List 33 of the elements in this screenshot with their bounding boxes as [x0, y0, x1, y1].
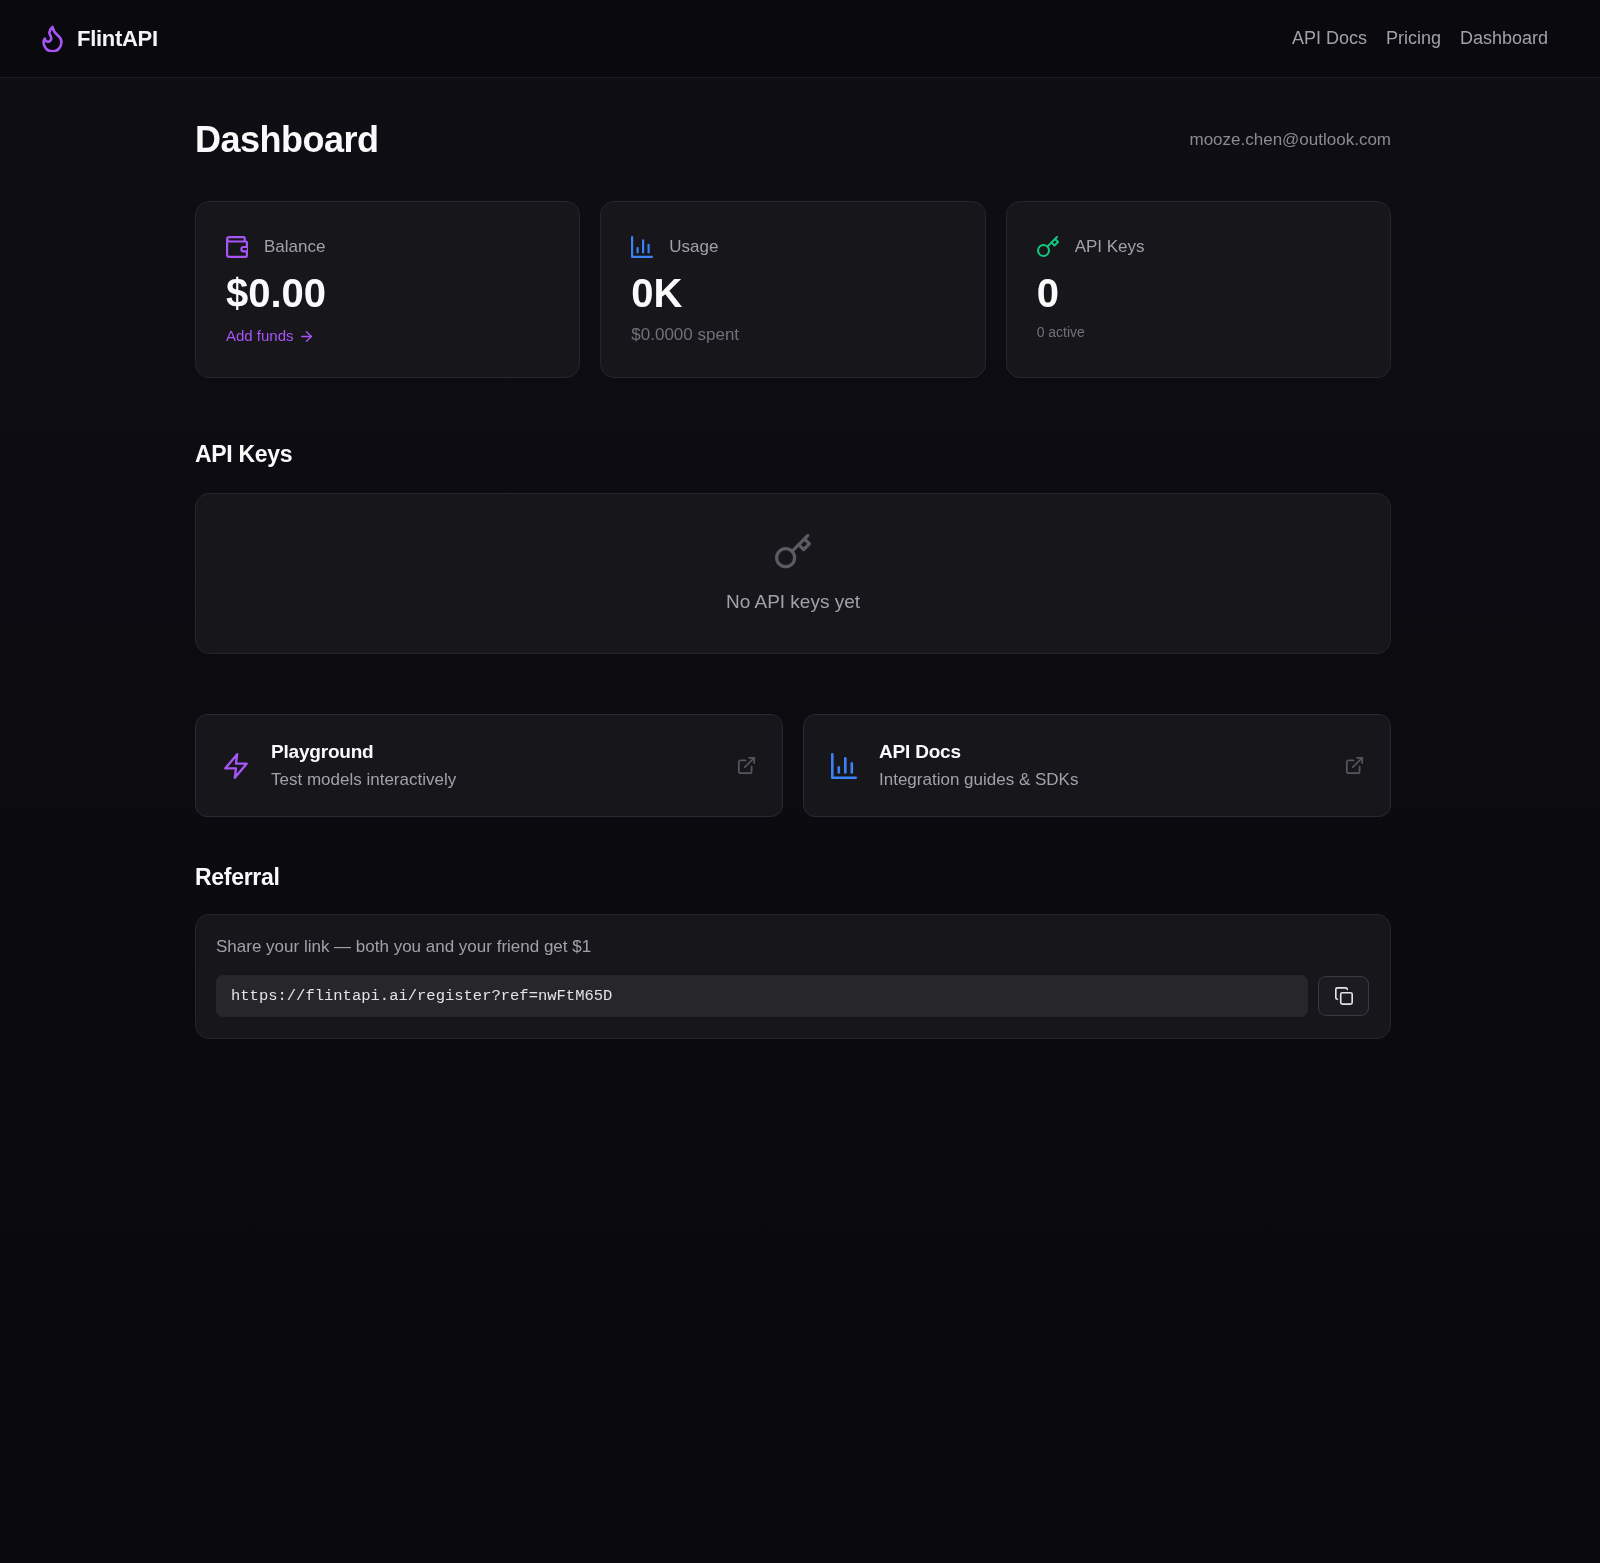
empty-message: No API keys yet [725, 590, 861, 614]
shortcut-card[interactable]: Playground Test models interactively [195, 714, 783, 817]
referral-text: Share your link — both you and your friend get $1 [216, 936, 593, 958]
nav-link[interactable]: API Docs [1291, 28, 1367, 49]
stat-label: API Keys [1074, 237, 1145, 257]
section-heading: Referral [195, 863, 281, 892]
nav-link[interactable]: Dashboard [1459, 28, 1548, 49]
stat-label: Usage [669, 237, 719, 257]
add-funds-link[interactable]: Add funds [226, 326, 312, 346]
copy-icon [1334, 987, 1353, 1005]
user-email: mooze.chen@outlook.com [1189, 130, 1391, 150]
brand-link[interactable]: FlintAPI [42, 25, 158, 52]
external-link-icon [1346, 757, 1363, 774]
key-icon [775, 534, 811, 570]
copy-button[interactable] [1318, 976, 1369, 1016]
stat-value: $0.00 [226, 271, 327, 315]
card-title: API Docs [879, 740, 962, 764]
card-subtitle: Integration guides & SDKs [879, 769, 1080, 791]
stat-value: 0K [631, 271, 683, 315]
shortcut-card[interactable]: API Docs Integration guides & SDKs [803, 714, 1391, 817]
flame-icon [42, 25, 63, 52]
page-title: Dashboard [195, 118, 379, 162]
arrow-right-icon [300, 330, 312, 342]
stat-note: 0 active [1036, 323, 1085, 342]
stat-note: $0.0000 spent [631, 325, 740, 345]
card-subtitle: Test models interactively [271, 769, 458, 791]
section-heading: API Keys [195, 440, 294, 469]
stat-label: Balance [264, 237, 326, 257]
stat-value: 0 [1036, 271, 1059, 315]
referral-link-field[interactable]: https://flintapi.ai/register?ref=nwFtM65D [216, 975, 1308, 1017]
nav-link[interactable]: Pricing [1385, 28, 1441, 49]
external-link-icon [738, 757, 755, 774]
card-title: Playground [271, 740, 375, 764]
